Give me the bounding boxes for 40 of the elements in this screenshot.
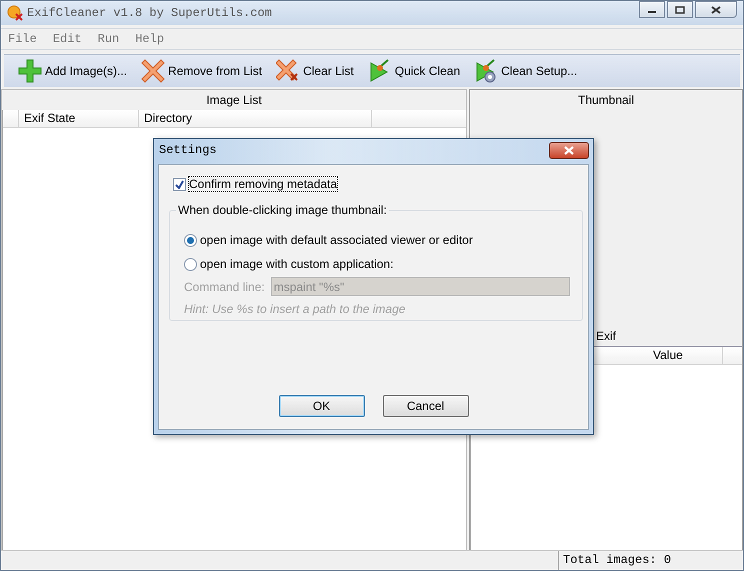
toolbar-button[interactable]: Clear List <box>274 57 356 85</box>
menu-item[interactable]: Run <box>98 32 120 46</box>
dialog-button[interactable]: OK <box>278 395 364 417</box>
window-title: ExifCleaner v1.8 by SuperUtils.com <box>27 6 273 20</box>
toolbar-button[interactable]: Quick Clean <box>366 57 462 85</box>
menu-item[interactable]: File <box>8 32 37 46</box>
app-logo-icon <box>7 5 23 21</box>
cross-icon <box>276 59 300 83</box>
group-title: When double-clicking image thumbnail: <box>177 203 388 217</box>
pane-title: Image List <box>205 92 263 109</box>
toolbar-button[interactable]: Remove from List <box>139 57 264 85</box>
plus-icon <box>18 59 42 83</box>
column-header[interactable]: Directory <box>139 110 372 127</box>
cross-icon <box>141 59 166 83</box>
close-button[interactable] <box>549 142 589 158</box>
toolbar-button[interactable]: Add Image(s)... <box>16 57 130 85</box>
radio-label[interactable]: open image with custom application: <box>200 257 394 271</box>
radio-button[interactable] <box>184 258 197 270</box>
close-icon <box>564 146 574 154</box>
toolbar-button[interactable]: Clean Setup... <box>472 57 580 85</box>
menu-item[interactable]: Edit <box>52 32 82 46</box>
column-header[interactable]: Exif State <box>19 110 139 127</box>
checkbox-label[interactable]: Confirm removing metadata <box>189 177 338 191</box>
radio-label[interactable]: open image with default associated viewer or editor <box>200 233 473 247</box>
dialog-button[interactable]: Cancel <box>382 395 468 417</box>
radio-button[interactable] <box>184 234 197 246</box>
check-icon <box>175 180 184 188</box>
maximize-icon <box>675 6 685 14</box>
maximize-button[interactable] <box>667 1 693 18</box>
pane-title: Exif <box>596 328 616 345</box>
menu-item[interactable]: Help <box>135 32 164 46</box>
close-icon <box>711 6 721 14</box>
field-label: Command line: <box>184 280 265 294</box>
pane-title: Thumbnail <box>576 92 636 109</box>
minimize-button[interactable] <box>639 1 665 18</box>
dialog-title: Settings <box>158 143 217 157</box>
close-button[interactable] <box>695 1 737 18</box>
hint-text: Hint: Use %s to insert a path to the image <box>184 302 406 316</box>
checkbox[interactable] <box>173 178 186 190</box>
status-text: Total images: 0 <box>558 551 743 570</box>
